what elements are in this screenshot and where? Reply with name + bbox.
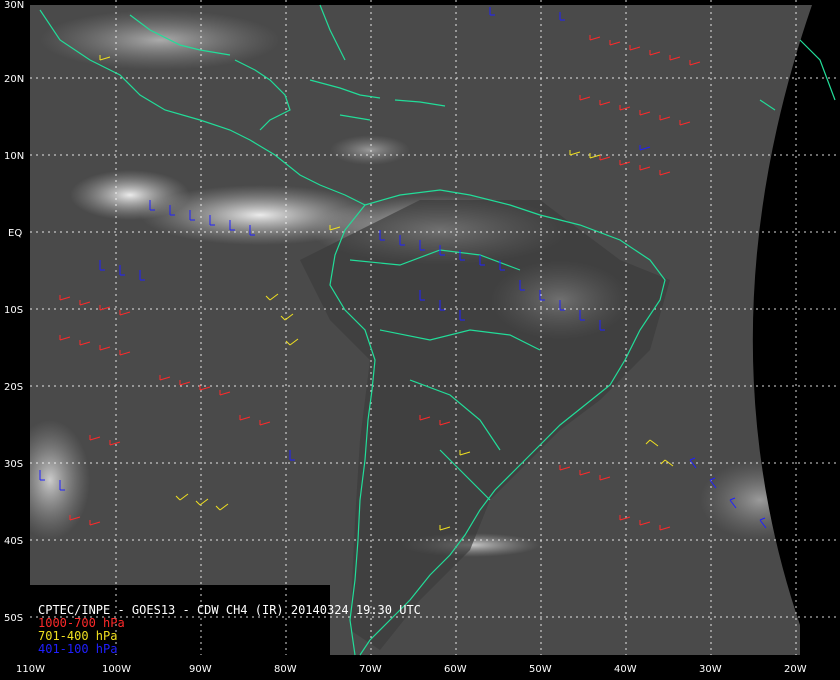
lon-label: 90W <box>189 664 212 675</box>
lat-label: EQ <box>8 228 22 239</box>
lon-label: 40W <box>614 664 637 675</box>
lat-label: 30S <box>4 459 23 470</box>
lat-label: 10S <box>4 305 23 316</box>
lat-label: 50S <box>4 613 23 624</box>
lon-label: 60W <box>444 664 467 675</box>
lat-label: 20S <box>4 382 23 393</box>
legend-entry-high: 401-100 hPa <box>38 642 118 656</box>
lon-label: 30W <box>699 664 722 675</box>
lon-label: 70W <box>359 664 382 675</box>
lat-label: 30N <box>4 0 24 11</box>
lon-label: 110W <box>16 664 45 675</box>
lat-label: 40S <box>4 536 23 547</box>
lon-label: 50W <box>529 664 552 675</box>
lon-label: 100W <box>102 664 131 675</box>
satellite-wind-map: 30N 20N 10N EQ 10S 20S 30S 40S 50S 110W … <box>0 0 840 680</box>
lon-label: 20W <box>784 664 807 675</box>
lon-label: 80W <box>274 664 297 675</box>
lat-label: 10N <box>4 151 24 162</box>
lat-label: 20N <box>4 74 24 85</box>
